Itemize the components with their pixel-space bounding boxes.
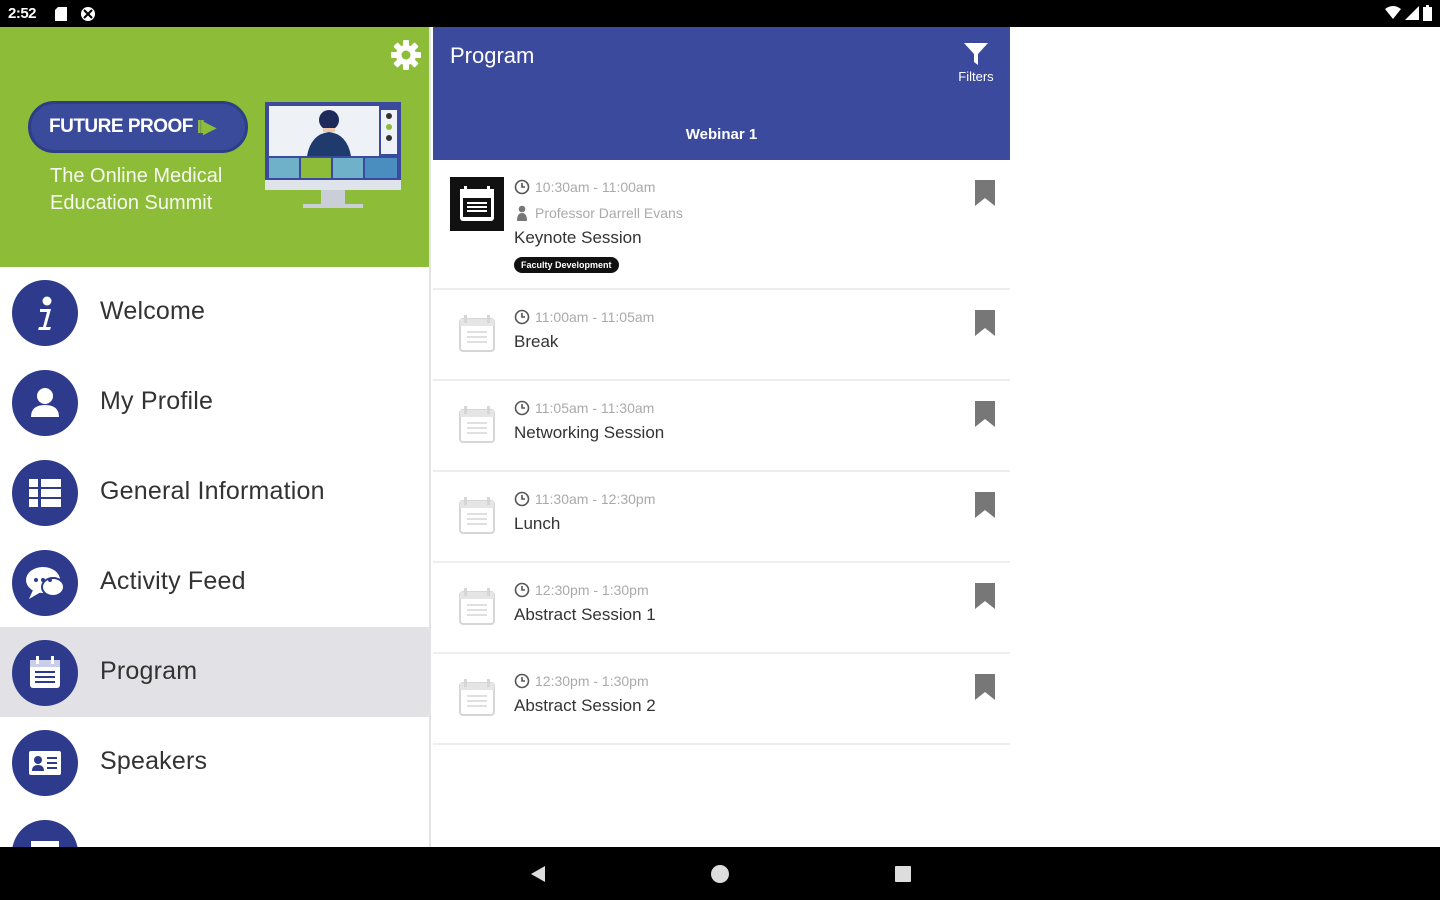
menu-item-activity-feed[interactable]: Activity Feed [0, 537, 429, 627]
bookmark-icon[interactable] [975, 492, 995, 518]
settings-gear-icon[interactable] [390, 39, 422, 71]
no-sync-icon [81, 7, 95, 21]
recents-icon[interactable] [893, 864, 913, 884]
bookmark-icon[interactable] [975, 401, 995, 427]
brand-arrows: II▶ [196, 116, 217, 137]
session-title: Keynote Session [514, 228, 642, 247]
calendar-icon [450, 177, 504, 231]
brand-name: FUTURE PROOF [49, 116, 193, 137]
session-time: 12:30pm - 1:30pm [514, 582, 649, 598]
session-time: 11:05am - 11:30am [514, 400, 654, 416]
page-title: Program [450, 43, 535, 68]
chat-icon [12, 550, 78, 616]
session-title: Abstract Session 2 [514, 696, 656, 715]
building-icon [12, 820, 78, 847]
session-list: 10:30am - 11:00am Professor Darrell Evan… [433, 160, 1010, 745]
time-text: 10:30am - 11:00am [535, 179, 656, 195]
session-row[interactable]: 11:00am - 11:05am Break [433, 290, 1010, 381]
list-icon [12, 460, 78, 526]
clock-icon [514, 400, 530, 416]
home-icon[interactable] [710, 864, 730, 884]
session-title: Abstract Session 1 [514, 605, 656, 624]
menu-label: General Information [100, 477, 325, 505]
back-icon[interactable] [528, 864, 548, 884]
detail-pane-empty [1010, 27, 1440, 847]
profile-icon [12, 370, 78, 436]
wifi-icon [1385, 6, 1401, 19]
app-screen: FUTURE PROOF II▶ The Online Medical Educ… [0, 27, 1440, 847]
monitor-video-call-illustration [265, 102, 401, 208]
bookmark-icon[interactable] [975, 674, 995, 700]
clock-icon [514, 491, 530, 507]
time-text: 12:30pm - 1:30pm [535, 582, 649, 598]
tab-webinar-1[interactable]: Webinar 1 [433, 126, 1010, 143]
session-time: 12:30pm - 1:30pm [514, 673, 649, 689]
bookmark-icon[interactable] [975, 180, 995, 206]
session-row[interactable]: 11:30am - 12:30pm Lunch [433, 472, 1010, 563]
brand-tagline: The Online Medical Education Summit [50, 165, 223, 214]
menu-item-my-profile[interactable]: My Profile [0, 357, 429, 447]
id-card-icon [12, 730, 78, 796]
status-indicators [1385, 5, 1432, 21]
menu-item-program[interactable]: Program [0, 627, 429, 717]
session-speaker: Professor Darrell Evans [514, 205, 683, 221]
sd-card-icon [55, 7, 67, 21]
calendar-icon [459, 315, 495, 352]
navigation-drawer: FUTURE PROOF II▶ The Online Medical Educ… [0, 27, 431, 847]
calendar-icon [459, 679, 495, 716]
person-icon [517, 205, 527, 221]
program-header: Program Filters Webinar 1 [433, 27, 1010, 160]
menu-label: Welcome [100, 297, 206, 325]
calendar-icon [459, 406, 495, 443]
bookmark-icon[interactable] [975, 310, 995, 336]
clock-icon [514, 582, 530, 598]
time-text: 12:30pm - 1:30pm [535, 673, 649, 689]
clock-icon [514, 673, 530, 689]
signal-icon [1405, 6, 1419, 20]
menu-label: Program [100, 657, 198, 685]
future-proof-logo: FUTURE PROOF II▶ [28, 101, 248, 153]
session-row[interactable]: 11:05am - 11:30am Networking Session [433, 381, 1010, 472]
clock-icon [514, 309, 530, 325]
calendar-icon [12, 640, 78, 706]
session-title: Networking Session [514, 423, 665, 442]
session-row[interactable]: 12:30pm - 1:30pm Abstract Session 2 [433, 654, 1010, 745]
drawer-header: FUTURE PROOF II▶ The Online Medical Educ… [0, 27, 429, 267]
filters-button[interactable]: Filters [952, 41, 1000, 84]
filters-label: Filters [958, 69, 994, 84]
session-time: 10:30am - 11:00am [514, 179, 655, 195]
clock-icon [514, 179, 530, 195]
menu-item-partial[interactable] [0, 807, 429, 847]
menu-item-general-information[interactable]: General Information [0, 447, 429, 537]
program-panel: Program Filters Webinar 1 10:30am - 11:0… [433, 27, 1010, 847]
status-bar: 2:52 [0, 0, 1440, 27]
time-text: 11:00am - 11:05am [535, 309, 655, 325]
filter-funnel-icon [964, 43, 988, 65]
system-navigation-bar [0, 847, 1440, 900]
time-text: 11:05am - 11:30am [535, 400, 655, 416]
session-tag-badge: Faculty Development [514, 257, 619, 273]
speaker-text: Professor Darrell Evans [535, 205, 683, 221]
session-title: Break [514, 332, 559, 351]
session-time: 11:00am - 11:05am [514, 309, 654, 325]
drawer-menu: Welcome My Profile General Information A… [0, 267, 429, 847]
session-row[interactable]: 10:30am - 11:00am Professor Darrell Evan… [433, 160, 1010, 290]
menu-label: Activity Feed [100, 567, 246, 595]
status-time: 2:52 [8, 5, 37, 22]
info-icon [12, 280, 78, 346]
menu-label: Speakers [100, 747, 208, 775]
menu-label: My Profile [100, 387, 214, 415]
calendar-icon [459, 588, 495, 625]
battery-icon [1423, 5, 1432, 21]
time-text: 11:30am - 12:30pm [535, 491, 656, 507]
session-row[interactable]: 12:30pm - 1:30pm Abstract Session 1 [433, 563, 1010, 654]
calendar-icon [459, 497, 495, 534]
session-time: 11:30am - 12:30pm [514, 491, 655, 507]
bookmark-icon[interactable] [975, 583, 995, 609]
session-title: Lunch [514, 514, 561, 533]
menu-item-speakers[interactable]: Speakers [0, 717, 429, 807]
menu-item-welcome[interactable]: Welcome [0, 267, 429, 357]
